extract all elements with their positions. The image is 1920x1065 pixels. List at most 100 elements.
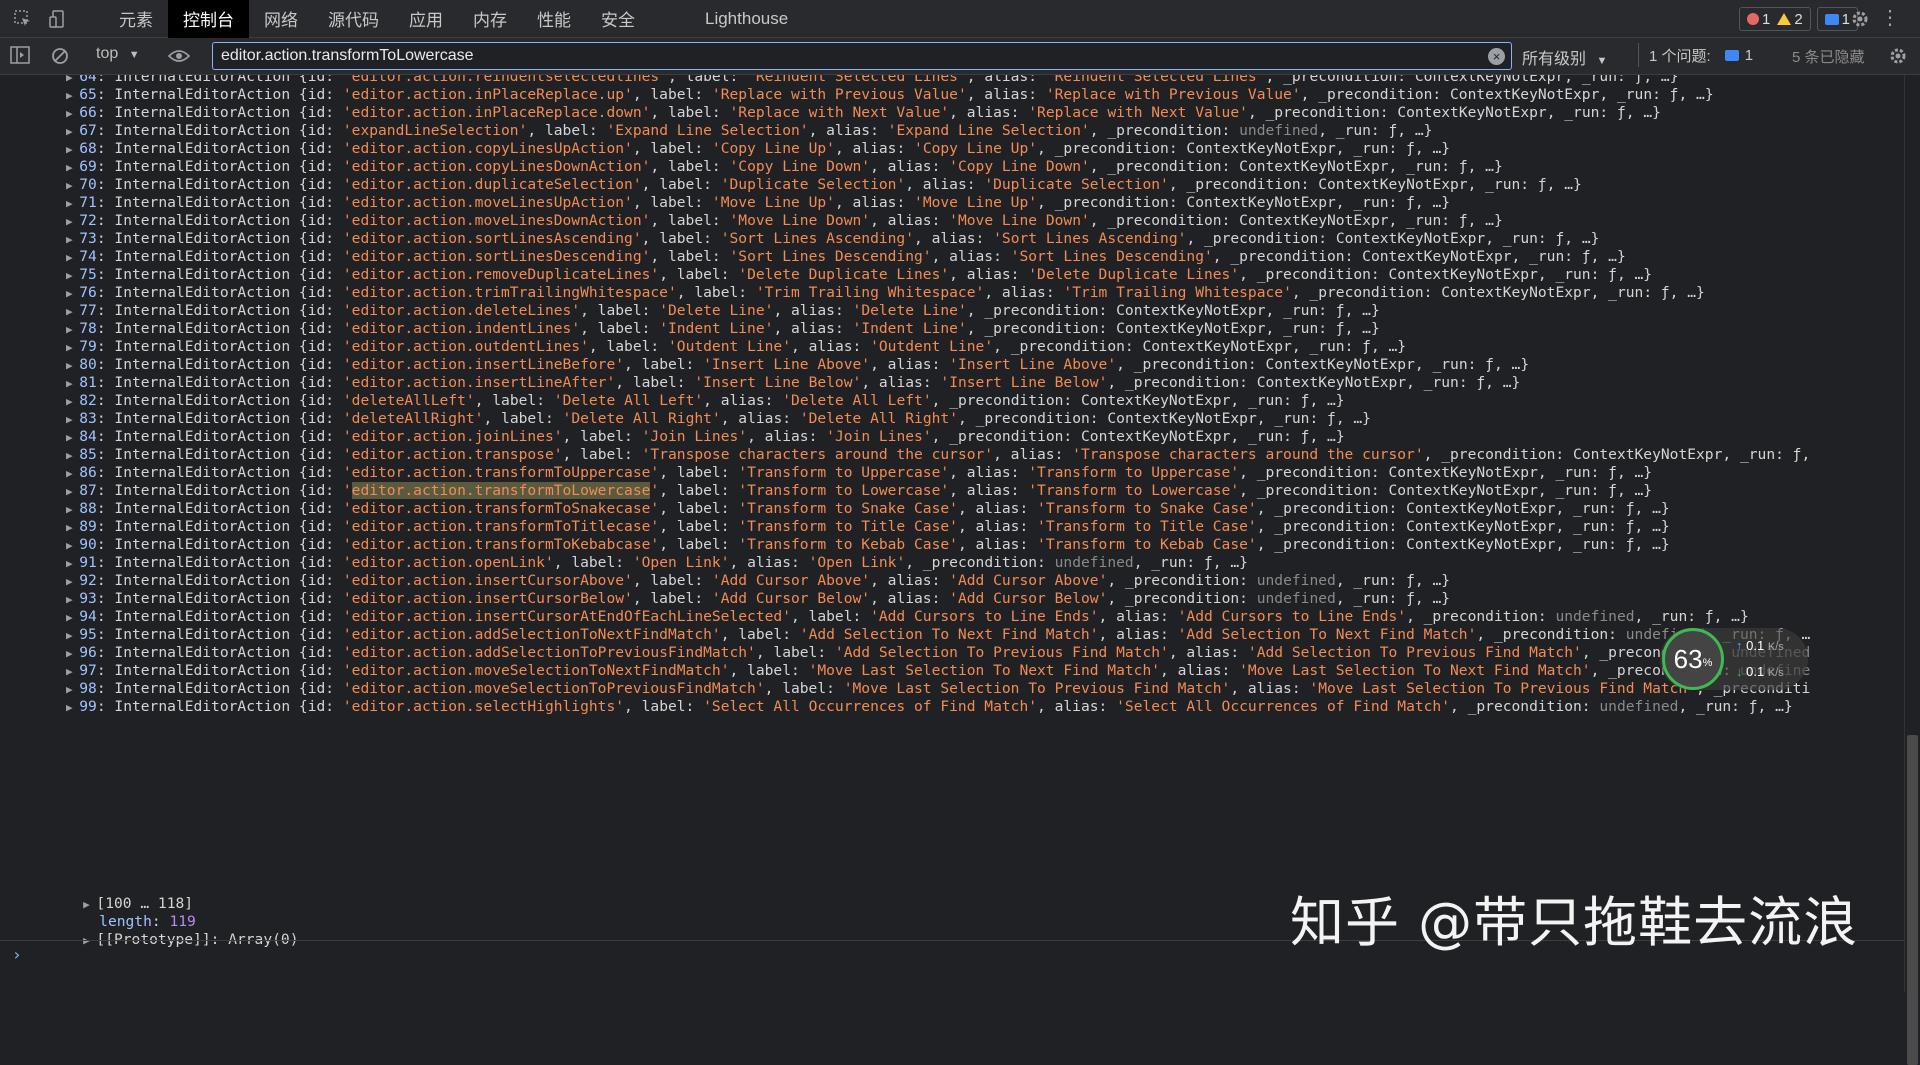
entry-tail: , _run: ƒ, …} <box>1555 500 1670 517</box>
scrollbar-thumb[interactable] <box>1907 735 1918 1065</box>
expand-arrow-icon[interactable]: ▶ <box>66 413 79 426</box>
entry-alias: Move Line Down <box>957 212 1081 229</box>
expand-arrow-icon[interactable]: ▶ <box>66 503 79 516</box>
tab-0[interactable]: 元素 <box>104 0 168 38</box>
expand-arrow-icon[interactable]: ▶ <box>66 395 79 408</box>
expand-arrow-icon[interactable]: ▶ <box>66 305 79 318</box>
entry-label: Transform to Title Case <box>747 518 950 535</box>
entry-index: 94 <box>79 608 97 625</box>
device-toolbar-icon[interactable] <box>46 6 72 32</box>
console-settings-gear-icon[interactable] <box>1888 46 1908 66</box>
clear-filter-icon[interactable]: × <box>1488 48 1505 65</box>
entry-index: 67 <box>79 122 97 139</box>
more-options-icon[interactable]: ⋮ <box>1880 6 1900 30</box>
tab-8[interactable]: Lighthouse <box>690 0 803 38</box>
expand-arrow-icon[interactable]: ▶ <box>66 161 79 174</box>
expand-arrow-icon[interactable]: ▶ <box>66 521 79 534</box>
expand-arrow-icon[interactable]: ▶ <box>66 377 79 390</box>
expand-arrow-icon[interactable]: ▶ <box>66 485 79 498</box>
entry-class-name: InternalEditorAction <box>114 446 291 463</box>
expand-arrow-icon[interactable]: ▶ <box>66 89 79 102</box>
expand-arrow-icon[interactable]: ▶ <box>66 557 79 570</box>
tab-1[interactable]: 控制台 <box>168 0 249 38</box>
prototype-row[interactable]: ▶ [[Prototype]]: Array(0) <box>48 907 298 948</box>
expand-arrow-icon[interactable]: ▶ <box>66 75 79 84</box>
entry-class-name: InternalEditorAction <box>114 428 291 445</box>
context-selector[interactable]: top ▼ <box>96 45 140 63</box>
console-entry-row[interactable]: ▶ 99: InternalEditorAction {id: 'editor.… <box>66 696 1793 718</box>
expand-arrow-icon[interactable]: ▶ <box>66 197 79 210</box>
warning-count: 2 <box>1794 10 1803 28</box>
clear-console-icon[interactable] <box>50 46 70 71</box>
tab-5[interactable]: 内存 <box>458 0 522 38</box>
expand-arrow-icon[interactable]: ▶ <box>66 359 79 372</box>
entry-id: editor.action.joinLines <box>351 428 554 445</box>
sidebar-toggle-icon[interactable] <box>10 46 30 69</box>
entry-id: editor.action.openLink <box>351 554 545 571</box>
expand-arrow-icon[interactable]: ▶ <box>66 665 79 678</box>
entry-index: 78 <box>79 320 97 337</box>
error-warning-badge[interactable]: 1 2 <box>1738 7 1811 31</box>
expand-arrow-icon[interactable]: ▶ <box>66 539 79 552</box>
log-levels-dropdown[interactable]: 所有级别 ▼ <box>1522 45 1607 69</box>
tab-7[interactable]: 安全 <box>586 0 650 38</box>
entry-alias: Expand Line Selection <box>896 122 1081 139</box>
expand-arrow-icon[interactable]: ▶ <box>66 323 79 336</box>
expand-arrow-icon[interactable]: ▶ <box>66 575 79 588</box>
chevron-down-icon: ▼ <box>128 49 140 61</box>
entry-label: Transform to Uppercase <box>747 464 941 481</box>
tab-6[interactable]: 性能 <box>522 0 586 38</box>
entry-label: Move Line Up <box>720 194 827 211</box>
expand-arrow-icon[interactable]: ▶ <box>66 269 79 282</box>
expand-arrow-icon[interactable]: ▶ <box>66 593 79 606</box>
entry-index: 95 <box>79 626 97 643</box>
entry-id: editor.action.insertCursorBelow <box>351 590 625 607</box>
expand-arrow-icon[interactable]: ▶ <box>66 431 79 444</box>
entry-index: 80 <box>79 356 97 373</box>
download-speed-value: 0.1 <box>1746 664 1765 679</box>
entry-alias: Trim Trailing Whitespace <box>1072 284 1284 301</box>
entry-id: editor.action.moveLinesUpAction <box>351 194 625 211</box>
expand-arrow-icon[interactable]: ▶ <box>66 179 79 192</box>
entry-index: 75 <box>79 266 97 283</box>
entry-precondition: ContextKeyNotExpr <box>1406 518 1556 535</box>
expand-arrow-icon[interactable]: ▶ <box>66 341 79 354</box>
expand-arrow-icon[interactable]: ▶ <box>66 683 79 696</box>
expand-arrow-icon[interactable]: ▶ <box>66 287 79 300</box>
entry-alias: Transform to Snake Case <box>1045 500 1248 517</box>
settings-gear-icon[interactable] <box>1850 9 1870 29</box>
issues-button[interactable]: 1 个问题: 1 <box>1638 43 1753 67</box>
tab-4[interactable]: 应用 <box>394 0 458 38</box>
inspect-element-icon[interactable] <box>10 6 36 32</box>
entry-precondition: ContextKeyNotExpr <box>1081 428 1231 445</box>
console-scrollbar[interactable] <box>1904 75 1920 1065</box>
expand-arrow-icon[interactable]: ▶ <box>66 449 79 462</box>
expand-arrow-icon[interactable]: ▶ <box>66 701 79 714</box>
expand-arrow-icon[interactable]: ▶ <box>66 107 79 120</box>
expand-arrow-icon[interactable]: ▶ <box>66 251 79 264</box>
eye-icon[interactable] <box>167 48 191 69</box>
expand-arrow-icon[interactable]: ▶ <box>66 629 79 642</box>
entry-class-name: InternalEditorAction <box>114 140 291 157</box>
entry-index: 84 <box>79 428 97 445</box>
entry-class-name: InternalEditorAction <box>114 284 291 301</box>
entry-label: Delete Line <box>667 302 765 319</box>
entry-precondition: ContextKeyNotExpr <box>1406 536 1556 553</box>
expand-arrow-icon[interactable]: ▶ <box>66 611 79 624</box>
expand-arrow-icon[interactable]: ▶ <box>66 143 79 156</box>
entry-id: editor.action.transformToSnakecase <box>351 500 651 517</box>
entry-precondition: ContextKeyNotExpr <box>1388 266 1538 283</box>
entry-class-name: InternalEditorAction <box>114 644 291 661</box>
entry-alias: Delete All Right <box>808 410 950 427</box>
expand-arrow-icon[interactable]: ▶ <box>66 647 79 660</box>
expand-arrow-icon[interactable]: ▶ <box>66 467 79 480</box>
entry-id: editor.action.outdentLines <box>351 338 581 355</box>
filter-input[interactable] <box>212 42 1512 70</box>
tab-2[interactable]: 网络 <box>249 0 313 38</box>
entry-label: Open Link <box>641 554 721 571</box>
expand-arrow-icon[interactable]: ▶ <box>66 233 79 246</box>
expand-arrow-icon[interactable]: ▶ <box>66 125 79 138</box>
tab-3[interactable]: 源代码 <box>313 0 394 38</box>
expand-arrow-icon[interactable]: ▶ <box>66 215 79 228</box>
entry-precondition: undefined <box>1555 608 1635 625</box>
